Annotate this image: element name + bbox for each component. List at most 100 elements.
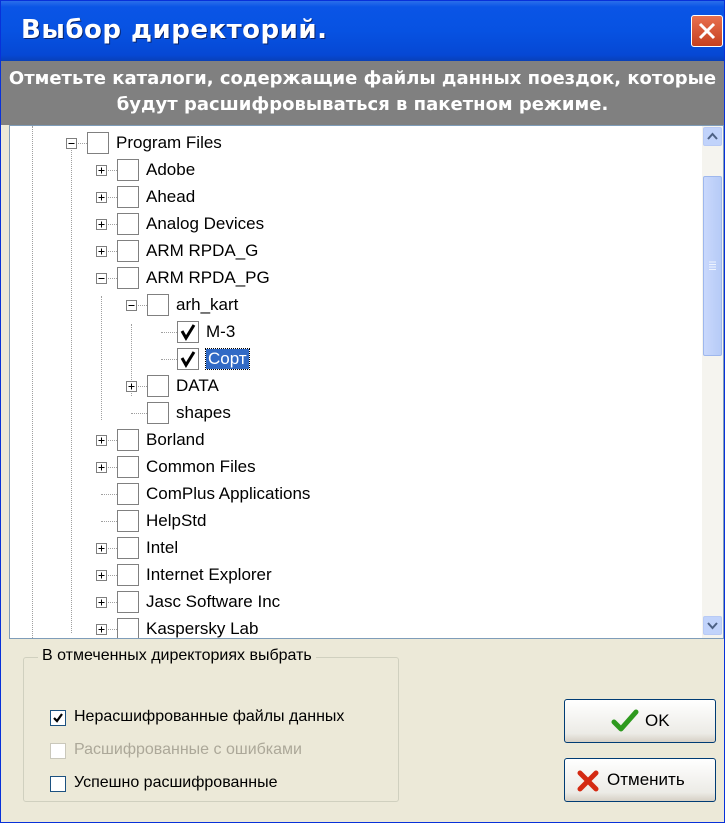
- tree-node-label[interactable]: Borland: [146, 430, 205, 450]
- expand-icon[interactable]: [96, 246, 107, 257]
- tree-node[interactable]: HelpStd: [10, 508, 700, 535]
- tree-node-checkbox[interactable]: [117, 240, 139, 262]
- expand-icon[interactable]: [96, 165, 107, 176]
- tree-node[interactable]: Internet Explorer: [10, 562, 700, 589]
- options-legend: В отмеченных директориях выбрать: [38, 647, 316, 665]
- ok-button-label: OK: [645, 711, 670, 730]
- tree-node-checkbox[interactable]: [117, 591, 139, 613]
- tree-node[interactable]: DATA: [10, 373, 700, 400]
- tree-node-checkbox[interactable]: [117, 186, 139, 208]
- tree-node[interactable]: ARM RPDA_PG: [10, 265, 700, 292]
- tree-node-checkbox[interactable]: [147, 294, 169, 316]
- tree-node[interactable]: ComPlus Applications: [10, 481, 700, 508]
- tree-node-label[interactable]: Intel: [146, 538, 178, 558]
- tree-node-checkbox[interactable]: [117, 267, 139, 289]
- cross-icon: [577, 770, 599, 792]
- tree-node-label[interactable]: Сорт: [205, 348, 250, 370]
- expand-icon[interactable]: [96, 192, 107, 203]
- tree-node[interactable]: ARM RPDA_G: [10, 238, 700, 265]
- tree-node-label[interactable]: Internet Explorer: [146, 565, 272, 585]
- tree-connector: [101, 521, 117, 522]
- scroll-down-button[interactable]: [703, 616, 722, 635]
- tree-node-label[interactable]: ComPlus Applications: [146, 484, 310, 504]
- tree-node[interactable]: shapes: [10, 400, 700, 427]
- tree-node-checkbox[interactable]: [177, 348, 199, 370]
- option-undecoded-checkbox[interactable]: [50, 710, 66, 726]
- tree-node[interactable]: Borland: [10, 427, 700, 454]
- tree-node[interactable]: Analog Devices: [10, 211, 700, 238]
- tree-node-label[interactable]: Program Files: [116, 133, 222, 153]
- tree-node-checkbox[interactable]: [117, 537, 139, 559]
- chevron-down-icon: [707, 622, 718, 630]
- tree-node[interactable]: Adobe: [10, 157, 700, 184]
- tree-node[interactable]: Kaspersky Lab: [10, 616, 700, 638]
- expand-icon[interactable]: [126, 381, 137, 392]
- grip-icon: [709, 261, 716, 270]
- expand-icon[interactable]: [96, 597, 107, 608]
- tree-node-checkbox[interactable]: [117, 429, 139, 451]
- tree-node-checkbox[interactable]: [117, 618, 139, 638]
- option-errors-label: Расшифрованные с ошибками: [74, 741, 302, 758]
- tree-node-checkbox[interactable]: [117, 510, 139, 532]
- tree-node-label[interactable]: Jasc Software Inc: [146, 592, 280, 612]
- ok-button[interactable]: OK: [564, 699, 716, 743]
- expand-icon[interactable]: [96, 570, 107, 581]
- scroll-up-button[interactable]: [703, 127, 722, 146]
- tree-node[interactable]: Intel: [10, 535, 700, 562]
- checkmark-icon: [53, 713, 63, 723]
- tree-node-checkbox[interactable]: [117, 213, 139, 235]
- tree-connector: [161, 332, 177, 333]
- collapse-icon[interactable]: [96, 273, 107, 284]
- tree-node[interactable]: М-3: [10, 319, 700, 346]
- tree-connector: [101, 494, 117, 495]
- expand-icon[interactable]: [96, 462, 107, 473]
- tree-node-checkbox[interactable]: [117, 456, 139, 478]
- checkmark-icon: [611, 709, 639, 732]
- tree-node-label[interactable]: М-3: [206, 322, 235, 342]
- vertical-scrollbar[interactable]: [702, 126, 723, 638]
- tree-node-checkbox[interactable]: [147, 375, 169, 397]
- tree-node-label[interactable]: ARM RPDA_PG: [146, 268, 270, 288]
- tree-node[interactable]: Ahead: [10, 184, 700, 211]
- window-title: Выбор директорий.: [21, 15, 328, 45]
- close-button[interactable]: [691, 15, 723, 47]
- expand-icon[interactable]: [96, 219, 107, 230]
- tree-node-checkbox[interactable]: [117, 564, 139, 586]
- collapse-icon[interactable]: [126, 300, 137, 311]
- tree-node-label[interactable]: Common Files: [146, 457, 256, 477]
- directory-tree[interactable]: Program Files Adobe Ahead Analog Devices ARM…: [9, 125, 724, 639]
- tree-node-label[interactable]: DATA: [176, 376, 219, 396]
- tree-node-checkbox[interactable]: [117, 483, 139, 505]
- tree-node-label[interactable]: Ahead: [146, 187, 195, 207]
- tree-node-label[interactable]: Kaspersky Lab: [146, 619, 258, 638]
- expand-icon[interactable]: [96, 435, 107, 446]
- tree-node-checkbox[interactable]: [177, 321, 199, 343]
- title-bar[interactable]: Выбор директорий.: [1, 1, 724, 61]
- expand-icon[interactable]: [96, 543, 107, 554]
- cancel-button[interactable]: Отменить: [564, 758, 716, 802]
- tree-node-label[interactable]: Adobe: [146, 160, 195, 180]
- expand-icon[interactable]: [96, 624, 107, 635]
- option-success-checkbox[interactable]: [50, 776, 66, 792]
- tree-node-checkbox[interactable]: [87, 132, 109, 154]
- scroll-thumb[interactable]: [703, 176, 722, 356]
- tree-connector: [161, 359, 177, 360]
- option-success-label: Успешно расшифрованные: [74, 774, 278, 791]
- tree-node-label[interactable]: HelpStd: [146, 511, 206, 531]
- tree-node-label[interactable]: shapes: [176, 403, 231, 423]
- tree-node[interactable]: Program Files: [10, 130, 700, 157]
- tree-node[interactable]: arh_kart: [10, 292, 700, 319]
- close-icon: [698, 22, 716, 40]
- tree-node-label[interactable]: Analog Devices: [146, 214, 264, 234]
- option-undecoded-label: Нерасшифрованные файлы данных: [74, 708, 345, 725]
- tree-node[interactable]: Jasc Software Inc: [10, 589, 700, 616]
- collapse-icon[interactable]: [66, 138, 77, 149]
- tree-node-checkbox[interactable]: [147, 402, 169, 424]
- checkmark-icon: [180, 324, 196, 341]
- tree-node[interactable]: Common Files: [10, 454, 700, 481]
- tree-node-label[interactable]: ARM RPDA_G: [146, 241, 258, 261]
- tree-node[interactable]: Сорт: [10, 346, 700, 373]
- tree-node-label[interactable]: arh_kart: [176, 295, 238, 315]
- instruction-line-2: будут расшифровываться в пакетном режиме…: [116, 94, 609, 115]
- tree-node-checkbox[interactable]: [117, 159, 139, 181]
